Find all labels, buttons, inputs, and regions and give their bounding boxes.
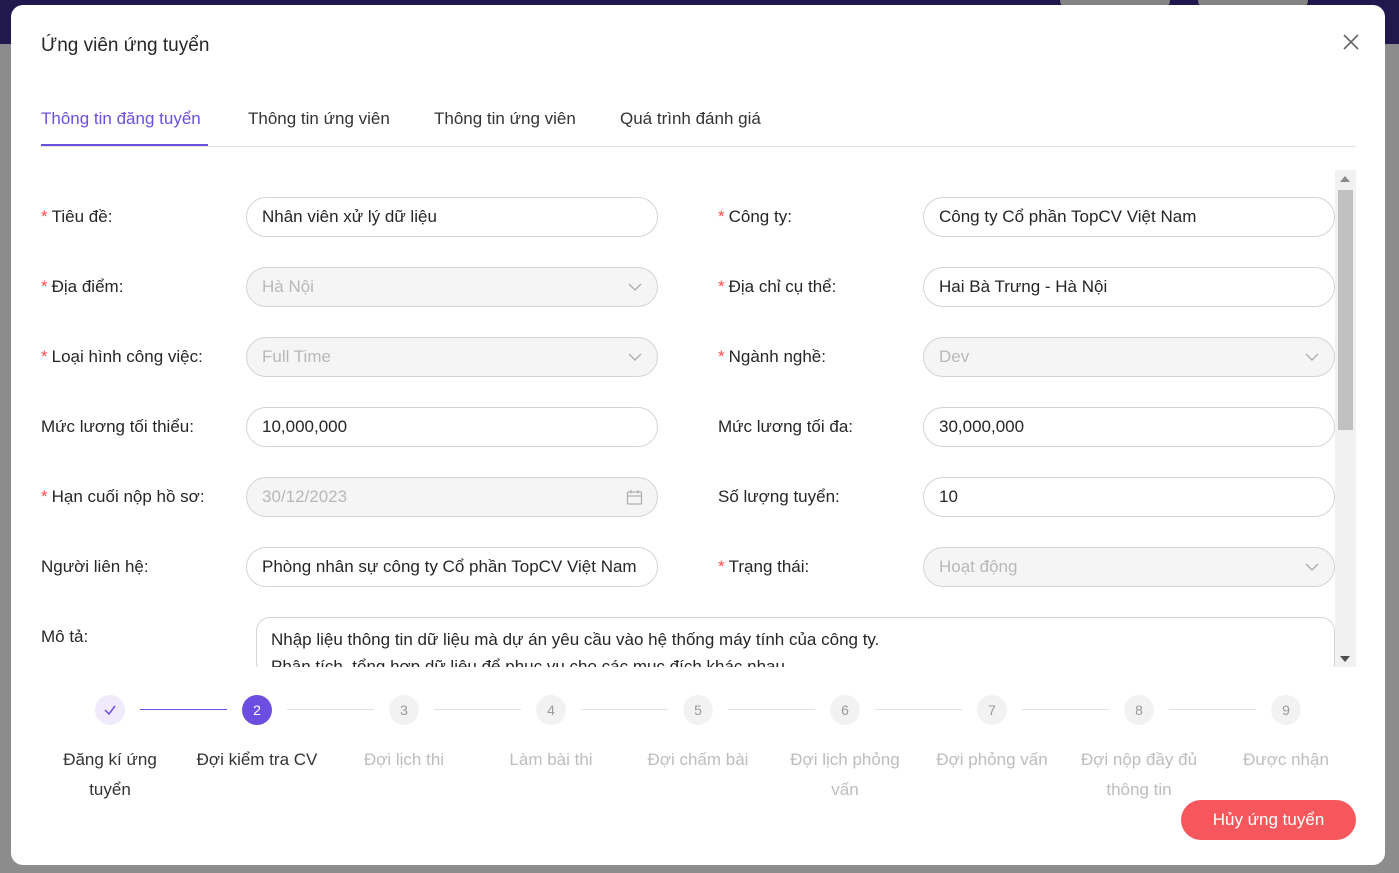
required-mark: * — [41, 277, 48, 296]
step-indicator-9: 9 — [1271, 695, 1301, 725]
location-select[interactable]: Hà Nội — [246, 267, 658, 307]
company-label: * Công ty: — [718, 207, 792, 226]
step-indicator-6: 6 — [830, 695, 860, 725]
step-connector — [287, 709, 374, 710]
max-salary-input[interactable]: 30,000,000 — [923, 407, 1335, 447]
location-label: * Địa điểm: — [41, 277, 124, 296]
job-type-label: * Loại hình công việc: — [41, 347, 203, 366]
title-input[interactable]: Nhân viên xử lý dữ liệu — [246, 197, 658, 237]
contact-label: Người liên hệ: — [41, 557, 149, 576]
status-select[interactable]: Hoạt động — [923, 547, 1335, 587]
step-label: Đợi phỏng vấn — [936, 750, 1048, 769]
description-line: Phân tích, tổng hợp dữ liệu để phục vụ c… — [271, 657, 790, 667]
step-number: 8 — [1135, 702, 1143, 718]
step-number: 4 — [547, 702, 555, 718]
close-button[interactable] — [1336, 27, 1366, 57]
required-mark: * — [41, 347, 48, 366]
step-number: 5 — [694, 702, 702, 718]
description-textarea[interactable]: Nhập liệu thông tin dữ liệu mà dự án yêu… — [256, 617, 1335, 667]
deadline-datepicker[interactable]: 30/12/2023 — [246, 477, 658, 517]
max-salary-label: Mức lương tối đa: — [718, 417, 854, 436]
step-connector — [875, 709, 962, 710]
deadline-value: 30/12/2023 — [262, 487, 348, 506]
step-number: 3 — [400, 702, 408, 718]
application-steps: Đăng kí ứng tuyển 2 Đợi kiểm tra CV 3 Đợi lị… — [11, 695, 1385, 805]
step-number: 2 — [253, 702, 261, 718]
step-label: Đợi nộp đầy đủ thông tin — [1080, 750, 1198, 799]
scroll-up-arrow-icon[interactable] — [1340, 176, 1350, 182]
step-connector — [581, 709, 668, 710]
step-indicator-7: 7 — [977, 695, 1007, 725]
location-value: Hà Nội — [262, 277, 314, 296]
required-mark: * — [41, 207, 48, 226]
step-connector — [1022, 709, 1109, 710]
step-indicator-2: 2 — [242, 695, 272, 725]
step-indicator-1 — [95, 695, 125, 725]
required-mark: * — [718, 207, 725, 226]
required-mark: * — [718, 557, 725, 576]
min-salary-input[interactable]: 10,000,000 — [246, 407, 658, 447]
step-number: 6 — [841, 702, 849, 718]
contact-input[interactable]: Phòng nhân sự công ty Cổ phần TopCV Việt… — [246, 547, 658, 587]
step-connector — [728, 709, 815, 710]
tab-evaluation-process[interactable]: Quá trình đánh giá — [620, 109, 761, 129]
quantity-label: Số lượng tuyển: — [718, 487, 840, 506]
step-connector — [1169, 709, 1256, 710]
tab-bar: Thông tin đăng tuyển Thông tin ứng viên … — [41, 101, 1356, 147]
required-mark: * — [41, 487, 48, 506]
chevron-down-icon — [1305, 353, 1319, 361]
address-input[interactable]: Hai Bà Trưng - Hà Nội — [923, 267, 1335, 307]
step-number: 9 — [1282, 702, 1290, 718]
description-label: Mô tả: — [41, 627, 89, 646]
form-scrollbar[interactable] — [1335, 170, 1356, 667]
calendar-icon — [626, 490, 643, 505]
industry-value: Dev — [939, 347, 970, 366]
description-line: Nhập liệu thông tin dữ liệu mà dự án yêu… — [271, 630, 880, 649]
address-label: * Địa chỉ cụ thể: — [718, 277, 837, 296]
step-label: Đợi chấm bài — [647, 750, 749, 769]
chevron-down-icon — [628, 283, 642, 291]
title-label: * Tiêu đề: — [41, 207, 113, 226]
industry-label: * Ngành nghề: — [718, 347, 826, 366]
step-indicator-3: 3 — [389, 695, 419, 725]
step-connector — [434, 709, 521, 710]
step-label: Làm bài thi — [509, 750, 593, 769]
modal-title: Ứng viên ứng tuyển — [41, 35, 210, 56]
company-input[interactable]: Công ty Cổ phần TopCV Việt Nam — [923, 197, 1335, 237]
step-label: Đợi kiểm tra CV — [196, 750, 318, 769]
check-icon — [104, 705, 116, 716]
job-type-select[interactable]: Full Time — [246, 337, 658, 377]
min-salary-label: Mức lương tối thiểu: — [41, 417, 194, 436]
step-number: 7 — [988, 702, 996, 718]
status-label: * Trạng thái: — [718, 557, 810, 576]
tab-job-posting[interactable]: Thông tin đăng tuyển — [41, 109, 201, 129]
required-mark: * — [718, 347, 725, 366]
active-tab-indicator — [41, 144, 208, 146]
cancel-application-button[interactable]: Hủy ứng tuyển — [1181, 800, 1356, 840]
step-label: Được nhận — [1243, 750, 1329, 769]
required-mark: * — [718, 277, 725, 296]
deadline-label: * Hạn cuối nộp hồ sơ: — [41, 487, 205, 506]
applicant-modal: Ứng viên ứng tuyển Thông tin đăng tuyển … — [11, 5, 1385, 865]
step-indicator-5: 5 — [683, 695, 713, 725]
job-form: * Tiêu đề: Nhân viên xử lý dữ liệu * Công … — [41, 167, 1336, 667]
job-type-value: Full Time — [262, 347, 331, 366]
close-icon — [1343, 34, 1359, 50]
step-indicator-8: 8 — [1124, 695, 1154, 725]
step-indicator-4: 4 — [536, 695, 566, 725]
quantity-input[interactable]: 10 — [923, 477, 1335, 517]
chevron-down-icon — [1305, 563, 1319, 571]
status-value: Hoạt động — [939, 557, 1018, 576]
step-label: Đăng kí ứng tuyển — [63, 750, 157, 799]
chevron-down-icon — [628, 353, 642, 361]
step-label: Đợi lịch thi — [363, 750, 445, 769]
tab-candidate-info-2[interactable]: Thông tin ứng viên — [434, 109, 576, 129]
scroll-down-arrow-icon[interactable] — [1340, 656, 1350, 662]
step-label: Đợi lịch phỏng vấn — [790, 750, 900, 799]
scrollbar-thumb[interactable] — [1338, 190, 1353, 430]
tab-candidate-info[interactable]: Thông tin ứng viên — [248, 109, 390, 129]
step-connector — [140, 709, 227, 710]
industry-select[interactable]: Dev — [923, 337, 1335, 377]
